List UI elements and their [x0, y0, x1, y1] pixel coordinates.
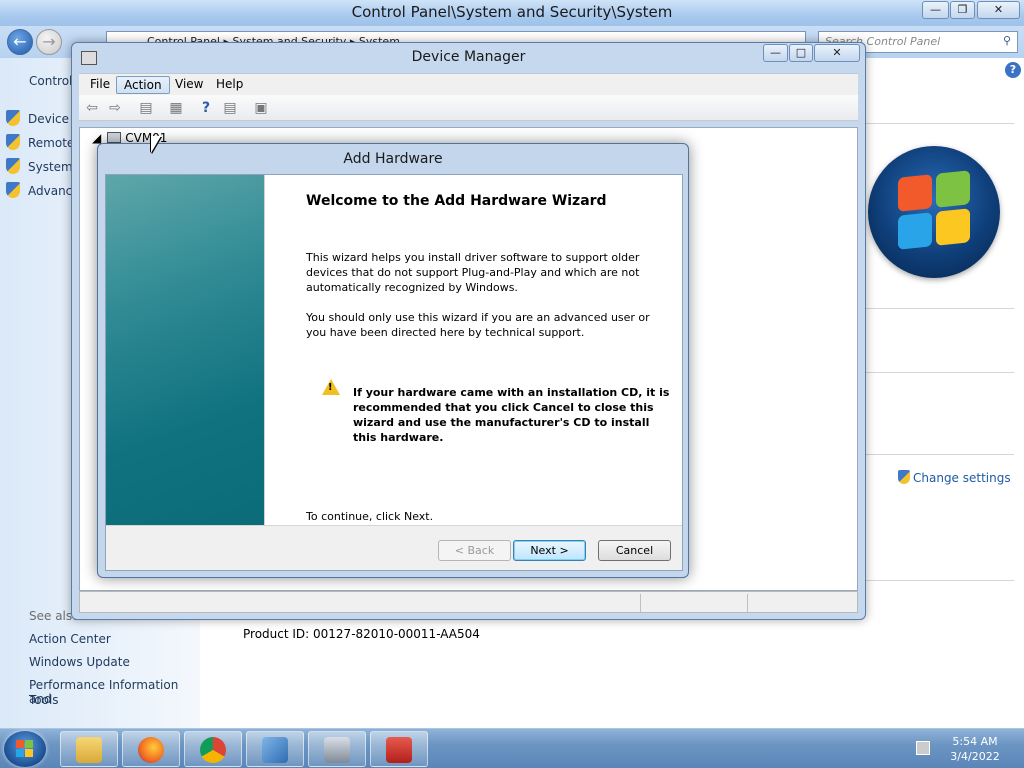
- task-link-system-protection[interactable]: System: [6, 158, 73, 174]
- device-manager-statusbar: [79, 591, 858, 613]
- maximize-button[interactable]: □: [789, 44, 813, 62]
- menu-action[interactable]: Action: [116, 76, 170, 94]
- help-icon[interactable]: ?: [197, 99, 215, 117]
- wizard-continue-text: To continue, click Next.: [306, 510, 434, 523]
- control-panel-title: Control Panel\System and Security\System: [351, 3, 673, 21]
- file-explorer-icon: [76, 737, 102, 763]
- menu-help[interactable]: Help: [209, 76, 250, 94]
- arrow-left-icon: ←: [13, 32, 27, 51]
- forward-arrow-icon[interactable]: ⇨: [106, 99, 124, 117]
- shield-icon: [6, 134, 20, 150]
- taskbar-file-explorer[interactable]: [60, 731, 118, 767]
- taskbar-computer-management[interactable]: [308, 731, 366, 767]
- clock-date: 3/4/2022: [950, 750, 1000, 763]
- windows-logo-icon: [868, 146, 1000, 278]
- forward-button[interactable]: →: [36, 29, 62, 55]
- cancel-button[interactable]: Cancel: [598, 540, 671, 561]
- shield-icon: [6, 158, 20, 174]
- task-link-advanced[interactable]: Advanc: [6, 182, 72, 198]
- task-link-label: Advanc: [28, 184, 73, 198]
- statusbar-separator: [640, 594, 641, 612]
- taskbar-chrome[interactable]: [184, 731, 242, 767]
- shield-icon: [6, 182, 20, 198]
- back-arrow-icon[interactable]: ⇦: [83, 99, 101, 117]
- minimize-button[interactable]: —: [922, 1, 949, 19]
- change-settings-link[interactable]: Change settings: [898, 470, 1011, 485]
- search-icon[interactable]: ⚲: [1003, 34, 1011, 47]
- help-icon[interactable]: ?: [1005, 62, 1021, 78]
- control-panel-titlebar: Control Panel\System and Security\System…: [0, 0, 1024, 26]
- next-button[interactable]: Next >: [513, 540, 586, 561]
- device-manager-toolbar: ⇦ ⇨ ▤ ▦ ? ▤ ▣: [79, 95, 858, 121]
- windows-update-link[interactable]: Windows Update: [29, 655, 130, 669]
- task-link-remote[interactable]: Remote: [6, 134, 74, 150]
- clock-time: 5:54 AM: [952, 735, 998, 748]
- action-center-flag-icon[interactable]: [916, 741, 930, 755]
- performance-info-link-line2[interactable]: Tools: [29, 693, 59, 707]
- view-pane-icon[interactable]: ▤: [221, 99, 239, 117]
- start-button[interactable]: [4, 731, 46, 767]
- wizard-advanced-user-text: You should only use this wizard if you a…: [306, 311, 650, 339]
- toolbox-icon: [386, 737, 412, 763]
- device-manager-title: Device Manager: [411, 49, 526, 65]
- statusbar-separator: [747, 594, 748, 612]
- wizard-button-bar: < Back Next > Cancel: [106, 525, 682, 570]
- scan-hardware-icon[interactable]: ▣: [252, 99, 270, 117]
- shield-icon: [898, 470, 910, 484]
- wizard-body: Welcome to the Add Hardware Wizard This …: [105, 174, 683, 571]
- task-link-label: System: [28, 160, 73, 174]
- taskbar-control-panel[interactable]: [246, 731, 304, 767]
- warning-icon: !: [322, 379, 340, 395]
- properties-icon[interactable]: ▦: [167, 99, 185, 117]
- action-center-link[interactable]: Action Center: [29, 632, 111, 646]
- restore-button[interactable]: ❐: [950, 1, 975, 19]
- taskbar-toolbox[interactable]: [370, 731, 428, 767]
- computer-icon: [107, 132, 122, 143]
- shield-icon: [6, 110, 20, 126]
- product-id-text: Product ID: 00127-82010-00011-AA504: [243, 627, 480, 641]
- back-button[interactable]: ←: [7, 29, 33, 55]
- mouse-cursor-icon: [151, 136, 161, 153]
- close-button[interactable]: ✕: [814, 44, 860, 62]
- minimize-button[interactable]: —: [763, 44, 788, 62]
- wizard-heading: Welcome to the Add Hardware Wizard: [306, 193, 607, 209]
- add-hardware-wizard: Add Hardware Welcome to the Add Hardware…: [97, 143, 689, 578]
- windows-flag-icon: [16, 740, 34, 758]
- control-panel-icon: [262, 737, 288, 763]
- wizard-intro-text: This wizard helps you install driver sof…: [306, 251, 640, 294]
- close-button[interactable]: ✕: [977, 1, 1020, 19]
- menu-file[interactable]: File: [83, 76, 117, 94]
- device-manager-menubar: File Action View Help: [79, 73, 858, 95]
- back-button[interactable]: < Back: [438, 540, 511, 561]
- taskbar: 5:54 AM 3/4/2022: [0, 728, 1024, 768]
- task-link-label: Remote: [28, 136, 75, 150]
- firefox-icon: [138, 737, 164, 763]
- wizard-banner-divider: [264, 175, 265, 525]
- taskbar-clock[interactable]: 5:54 AM 3/4/2022: [940, 734, 1010, 764]
- chrome-icon: [200, 737, 226, 763]
- section-divider: [864, 580, 1014, 581]
- show-hide-tree-icon[interactable]: ▤: [137, 99, 155, 117]
- wizard-warning-text: If your hardware came with an installati…: [353, 386, 670, 444]
- computer-management-icon: [324, 737, 350, 763]
- taskbar-firefox[interactable]: [122, 731, 180, 767]
- menu-view[interactable]: View: [168, 76, 210, 94]
- change-settings-label: Change settings: [913, 471, 1011, 485]
- control-panel-home-link[interactable]: Control: [29, 74, 72, 88]
- section-divider: [864, 372, 1014, 373]
- section-divider: [864, 123, 1014, 124]
- section-divider: [864, 454, 1014, 455]
- wizard-side-banner: [106, 175, 264, 525]
- section-divider: [864, 308, 1014, 309]
- arrow-right-icon: →: [42, 32, 56, 51]
- wizard-title: Add Hardware: [343, 151, 443, 167]
